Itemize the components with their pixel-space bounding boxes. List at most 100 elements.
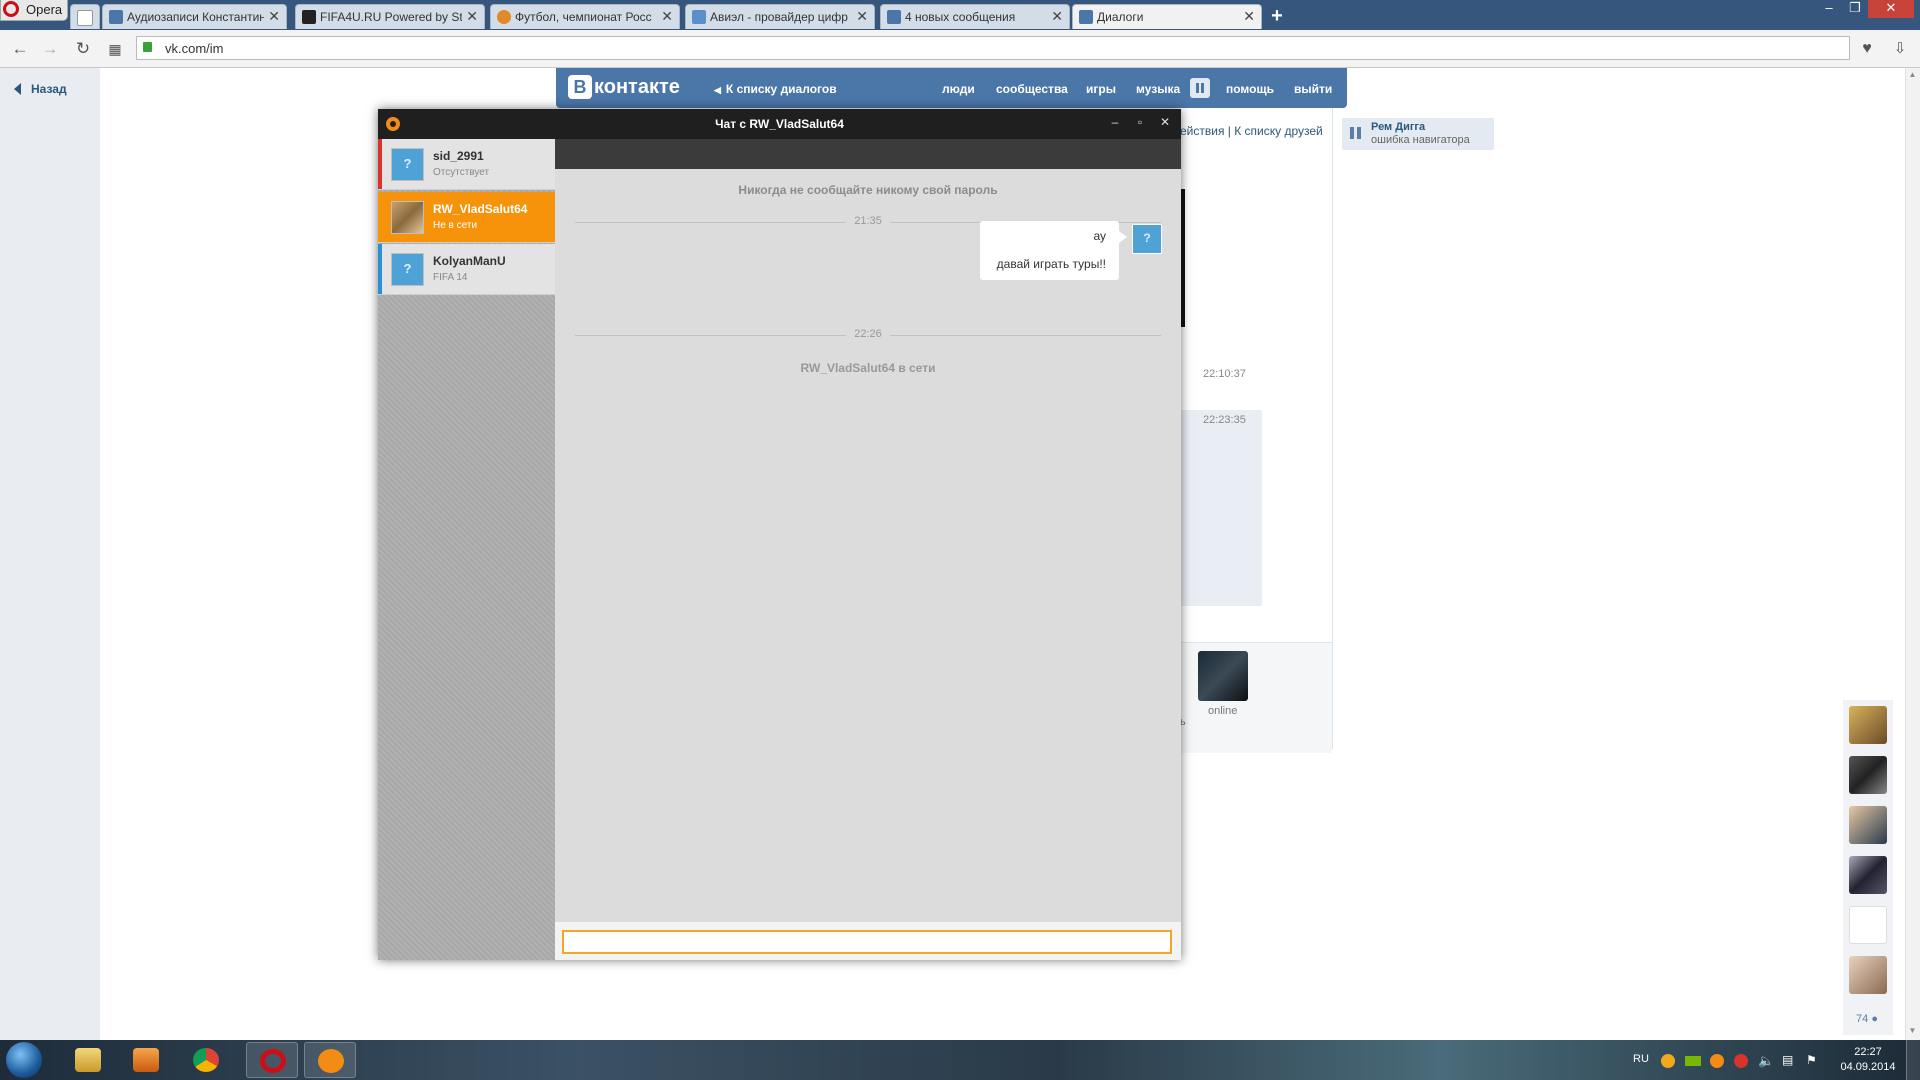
browser-tab-bar: Opera Аудиозаписи Константин ✕ FIFA4U.RU… [0,0,1920,30]
nav-logout[interactable]: выйти [1294,82,1332,96]
chat-close-button[interactable]: ✕ [1155,115,1175,133]
taskbar-chrome[interactable] [180,1042,232,1078]
forward-arrow-icon[interactable]: → [40,39,60,59]
tab-title: FIFA4U.RU Powered by St [320,10,462,24]
taskbar-media-player[interactable] [120,1042,172,1078]
language-indicator[interactable]: RU [1633,1053,1649,1065]
vk-logo-icon: В [568,75,592,99]
friend-avatar[interactable] [1849,906,1887,944]
message-bubble: ау давай играть туры!! [980,221,1127,280]
friend-avatar[interactable] [1849,756,1887,794]
audio-player[interactable]: Рем Дигга ошибка навигатора [1342,118,1494,150]
background-time: 22:10:37 [1203,368,1246,380]
tab-close-icon[interactable]: ✕ [268,8,280,25]
reload-icon[interactable]: ↻ [73,39,93,59]
audio-track: ошибка навигатора [1371,134,1470,146]
avatar-placeholder-icon [391,148,424,181]
opera-menu-button[interactable]: Opera [0,0,68,21]
tab-audio[interactable]: Аудиозаписи Константин ✕ [102,4,287,29]
tab-messages[interactable]: 4 новых сообщения ✕ [880,4,1070,29]
tab-title: Футбол, чемпионат Росс [515,10,652,24]
background-highlight [1180,410,1262,606]
tab-title: Аудиозаписи Константин [127,10,264,24]
friends-count[interactable]: 74 ● [1856,1013,1878,1025]
friend-avatar[interactable] [1849,806,1887,844]
divider-time-label: 22:26 [846,328,890,340]
chevron-left-icon: ◀ [714,85,721,95]
friend-avatar[interactable] [1849,856,1887,894]
chat-titlebar[interactable]: Чат с RW_VladSalut64 ‒ ▫ ✕ [378,109,1181,139]
vk-logo[interactable]: Вконтакте [568,75,680,99]
back-arrow-icon[interactable]: ← [10,39,30,59]
show-desktop-button[interactable] [1906,1040,1920,1080]
divider-time: 22:26 [555,328,1181,340]
clock-date: 04.09.2014 [1840,1061,1896,1073]
chat-maximize-button[interactable]: ▫ [1130,115,1150,133]
contact-item-kolyanmanu[interactable]: KolyanManU FIFA 14 [378,244,555,295]
tab-pinned[interactable] [70,4,100,29]
tray-app-icon[interactable] [1661,1054,1675,1068]
contact-status: Не в сети [433,220,478,231]
network-icon[interactable]: ▤ [1782,1053,1793,1067]
flag-icon[interactable]: ⚑ [1806,1053,1817,1067]
scroll-down-icon[interactable]: ▼ [1905,1026,1920,1038]
back-link[interactable]: Назад [14,82,67,96]
contact-name: RW_VladSalut64 [433,202,528,216]
contact-item-sid-2991[interactable]: sid_2991 Отсутствует [378,139,555,190]
nav-communities[interactable]: сообщества [996,82,1068,96]
taskbar-origin[interactable] [304,1042,356,1078]
message-input-area [555,922,1181,960]
contact-item-rw-vladsalut64[interactable]: RW_VladSalut64 Не в сети [378,192,555,243]
tab-close-icon[interactable]: ✕ [661,8,673,25]
pause-icon[interactable] [1350,127,1362,139]
friend-avatar[interactable] [1198,651,1248,701]
address-toolbar: ← → ↻ ▦ vk.com/im ♥ ⇩ [0,30,1920,68]
friend-avatar[interactable] [1849,956,1887,994]
tab-close-icon[interactable]: ✕ [1051,8,1063,25]
tab-football[interactable]: Футбол, чемпионат Росс ✕ [490,4,680,29]
tab-close-icon[interactable]: ✕ [466,8,478,25]
chat-minimize-button[interactable]: ‒ [1105,115,1125,133]
browser-restore-button[interactable]: ❐ [1840,0,1870,18]
volume-icon[interactable]: 🔈 [1758,1053,1774,1069]
origin-tray-icon[interactable] [1710,1054,1724,1068]
avatar [391,201,424,234]
clock[interactable]: 22:27 04.09.2014 [1838,1045,1898,1075]
tab-close-icon[interactable]: ✕ [1243,8,1255,25]
opera-logo-icon [3,1,19,17]
pause-icon[interactable] [1190,78,1210,98]
page-scrollbar[interactable] [1905,68,1920,1040]
tab-aviel[interactable]: Авиэл - провайдер цифр ✕ [685,4,875,29]
nav-help[interactable]: помощь [1226,82,1274,96]
tab-dialogs[interactable]: Диалоги ✕ [1072,4,1262,29]
scroll-up-icon[interactable]: ▲ [1905,70,1920,82]
heart-icon[interactable]: ♥ [1857,39,1877,59]
url-field[interactable]: vk.com/im [136,36,1850,60]
windows-taskbar: RU 🔈 ▤ ⚑ 22:27 04.09.2014 [0,1040,1920,1080]
download-icon[interactable]: ⇩ [1890,39,1910,59]
tab-fifa4u[interactable]: FIFA4U.RU Powered by St ✕ [295,4,485,29]
avatar-placeholder-icon [391,253,424,286]
background-links[interactable]: ействия | К списку друзей [1180,124,1323,138]
taskbar-explorer[interactable] [62,1042,114,1078]
online-notice: RW_VladSalut64 в сети [800,361,936,375]
vk-logo-text: контакте [594,76,680,98]
message-input[interactable] [562,930,1172,954]
message-text: давай играть туры!! [996,257,1106,271]
opera-icon [260,1049,286,1073]
alert-icon[interactable] [1734,1054,1748,1068]
friend-avatar[interactable] [1849,706,1887,744]
speed-dial-icon[interactable]: ▦ [105,39,125,59]
nav-people[interactable]: люди [942,82,975,96]
tab-close-icon[interactable]: ✕ [856,8,868,25]
contact-status: Отсутствует [433,167,490,178]
browser-close-button[interactable]: ✕ [1868,0,1914,18]
new-tab-button[interactable]: + [1264,4,1290,28]
nav-games[interactable]: игры [1086,82,1116,96]
nvidia-icon[interactable] [1685,1056,1701,1066]
windows-start-button[interactable] [6,1042,42,1078]
nav-music[interactable]: музыка [1136,82,1180,96]
back-to-dialogs-link[interactable]: ◀ К списку диалогов [714,82,837,96]
taskbar-opera[interactable] [246,1042,298,1078]
chrome-icon [193,1048,219,1072]
